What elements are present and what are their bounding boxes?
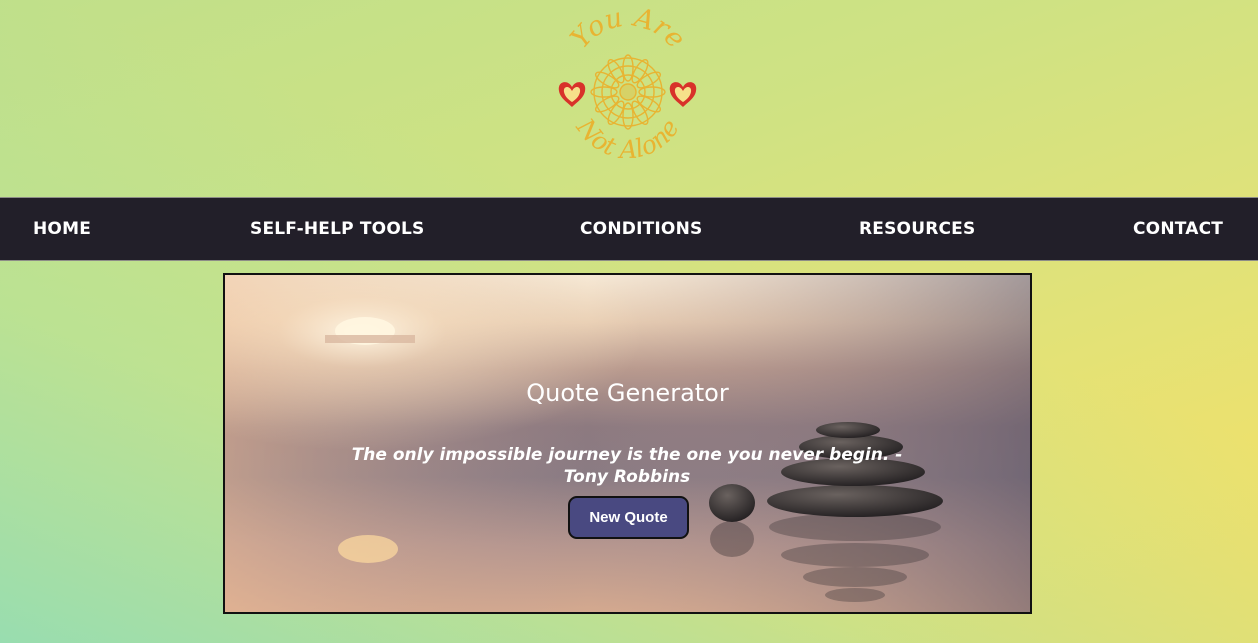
- quote-text: The only impossible journey is the one y…: [351, 445, 903, 487]
- mandala-icon: [590, 54, 666, 130]
- nav-self-help-tools[interactable]: SELF-HELP TOOLS: [250, 198, 424, 260]
- logo-text-bottom: Not Alone: [570, 112, 685, 164]
- quote-generator-title: Quote Generator: [526, 378, 729, 407]
- nav-conditions[interactable]: CONDITIONS: [580, 198, 702, 260]
- header: You Are Not Alone: [0, 0, 1258, 197]
- nav-home[interactable]: HOME: [33, 198, 91, 260]
- logo[interactable]: You Are Not Alone: [552, 8, 704, 170]
- new-quote-button[interactable]: New Quote: [568, 496, 689, 539]
- main-navbar: HOME SELF-HELP TOOLS CONDITIONS RESOURCE…: [0, 197, 1258, 261]
- quote-generator-card: Quote Generator The only impossible jour…: [223, 273, 1032, 614]
- logo-text-top: You Are: [565, 8, 692, 54]
- svg-text:You Are: You Are: [565, 8, 692, 54]
- svg-text:Not Alone: Not Alone: [570, 112, 685, 164]
- heart-left-icon: [558, 82, 586, 107]
- nav-resources[interactable]: RESOURCES: [859, 198, 975, 260]
- nav-contact[interactable]: CONTACT: [1133, 198, 1223, 260]
- heart-right-icon: [669, 82, 697, 107]
